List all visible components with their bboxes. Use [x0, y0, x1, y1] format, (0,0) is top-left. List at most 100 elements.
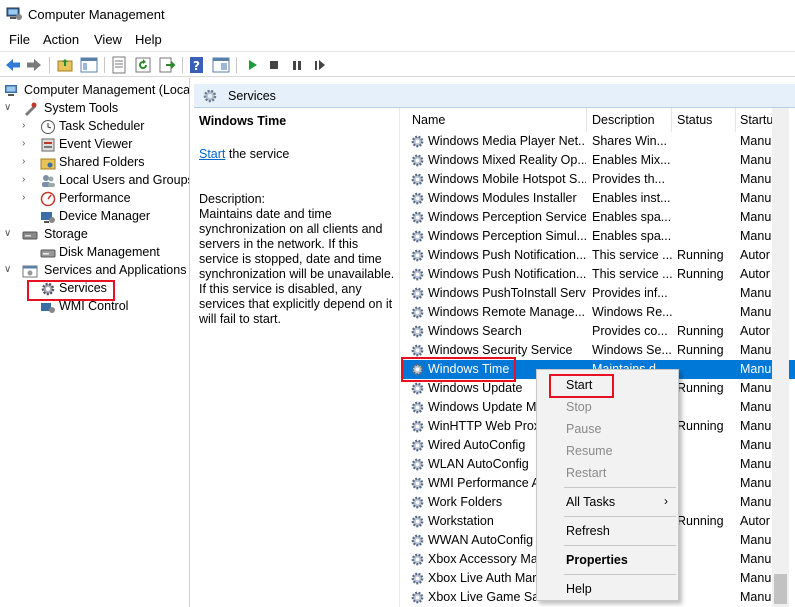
services-pane-title: Services [228, 89, 276, 103]
chevron-down-icon[interactable]: ∨ [4, 264, 16, 276]
help-icon[interactable]: ? [188, 56, 206, 74]
service-name: Windows Push Notification... [428, 248, 586, 262]
chevron-right-icon[interactable]: › [22, 192, 34, 204]
tree-label-performance: Performance [59, 191, 131, 205]
tree-label-services-apps: Services and Applications [44, 263, 187, 277]
back-icon[interactable] [4, 56, 22, 74]
table-row[interactable]: Windows Push Notification... This service… [403, 246, 795, 265]
chevron-down-icon[interactable]: ∨ [4, 102, 16, 114]
column-header-name-label: Name [412, 113, 446, 127]
menu-action[interactable]: Action [43, 32, 79, 47]
tree-item-event-viewer[interactable]: › Event Viewer [22, 136, 189, 154]
menu-separator [564, 574, 676, 575]
tree-item-local-users[interactable]: › Local Users and Groups [22, 172, 189, 190]
table-row[interactable]: Windows PushToInstall Serv... Provides in… [403, 284, 795, 303]
service-detail-pane: Windows Time Start the service Descripti… [194, 108, 400, 607]
tree-item-device-manager[interactable]: Device Manager [22, 208, 189, 226]
service-description: This service ... [592, 267, 672, 281]
chevron-down-icon[interactable]: ∨ [4, 228, 16, 240]
table-row[interactable]: Windows Remote Manage... Windows Re... Man… [403, 303, 795, 322]
toolbar: ? [0, 51, 795, 77]
service-name: Windows Perception Simul... [428, 229, 586, 243]
table-row[interactable]: Windows Perception Service Enables spa...… [403, 208, 795, 227]
start-service-line: Start the service [199, 147, 289, 161]
play-icon[interactable] [243, 56, 261, 74]
tree-item-system-tools[interactable]: ∨ System Tools [4, 100, 189, 118]
shared-folder-icon [40, 155, 56, 171]
show-hide-tree-icon[interactable] [80, 56, 98, 74]
clock-icon [40, 119, 56, 135]
tree-label-device-manager: Device Manager [59, 209, 151, 223]
column-header-name[interactable]: ⌃ Name [403, 108, 587, 132]
svg-text:?: ? [193, 59, 200, 73]
refresh-icon[interactable] [134, 56, 152, 74]
chevron-right-icon[interactable]: › [22, 174, 34, 186]
chevron-right-icon[interactable]: › [22, 120, 34, 132]
tree-item-shared-folders[interactable]: › Shared Folders [22, 154, 189, 172]
menu-separator [564, 487, 676, 488]
stop-icon[interactable] [265, 56, 283, 74]
tree-label-shared-folders: Shared Folders [59, 155, 145, 169]
chevron-right-icon[interactable]: › [22, 156, 34, 168]
table-row[interactable]: Windows Push Notification... This service… [403, 265, 795, 284]
menu-file[interactable]: File [9, 32, 30, 47]
tree-item-task-scheduler[interactable]: › Task Scheduler [22, 118, 189, 136]
gear-icon [410, 514, 425, 529]
services-apps-icon [22, 263, 38, 279]
chevron-right-icon[interactable]: › [22, 138, 34, 150]
column-header-status[interactable]: Status [672, 108, 736, 132]
gear-icon [410, 191, 425, 206]
users-icon [40, 173, 56, 189]
service-description: Enables spa... [592, 229, 672, 243]
menu-item-properties[interactable]: Properties [566, 553, 628, 567]
scrollbar-thumb[interactable] [774, 574, 787, 604]
gear-icon [410, 419, 425, 434]
table-row[interactable]: Windows Mobile Hotspot S... Provides th..… [403, 170, 795, 189]
menu-separator [564, 545, 676, 546]
tree-item-storage[interactable]: ∨ Storage [4, 226, 189, 244]
tree-item-performance[interactable]: › Performance [22, 190, 189, 208]
gear-icon [410, 248, 425, 263]
vertical-scrollbar[interactable] [772, 108, 789, 607]
device-manager-icon [40, 209, 56, 225]
column-header-startup-label: Startu [740, 113, 774, 127]
highlight-box-start [549, 374, 614, 398]
menu-item-refresh[interactable]: Refresh [566, 524, 610, 538]
column-header-description[interactable]: Description [587, 108, 672, 132]
forward-icon[interactable] [25, 56, 43, 74]
gear-icon [410, 172, 425, 187]
table-row[interactable]: Windows Media Player Net... Shares Win...… [403, 132, 795, 151]
service-description: Enables inst... [592, 191, 671, 205]
service-name: Windows Modules Installer [428, 191, 577, 205]
table-row[interactable]: Windows Search Provides co... Running Autor [403, 322, 795, 341]
gear-icon [410, 286, 425, 301]
pause-icon[interactable] [288, 56, 306, 74]
menu-item-all-tasks[interactable]: All Tasks [566, 495, 615, 509]
menu-help[interactable]: Help [135, 32, 162, 47]
services-pane-header: Services [194, 84, 795, 108]
tree-item-services-apps[interactable]: ∨ Services and Applications [4, 262, 189, 280]
restart-icon[interactable] [311, 56, 329, 74]
properties-icon[interactable] [110, 56, 128, 74]
start-service-suffix: the service [225, 147, 290, 161]
export-icon[interactable] [158, 56, 176, 74]
table-row[interactable]: Windows Mixed Reality Op... Enables Mix..… [403, 151, 795, 170]
table-row[interactable]: Windows Modules Installer Enables inst...… [403, 189, 795, 208]
view-icon[interactable] [212, 56, 230, 74]
gear-icon [410, 590, 425, 605]
service-status: Running [677, 267, 724, 281]
tree-item-disk-management[interactable]: Disk Management [22, 244, 189, 262]
menu-view[interactable]: View [94, 32, 122, 47]
tree-label-storage: Storage [44, 227, 88, 241]
wmi-icon [40, 299, 56, 315]
table-row[interactable]: Windows Perception Simul... Enables spa..… [403, 227, 795, 246]
start-service-link[interactable]: Start [199, 147, 225, 161]
gear-icon [410, 324, 425, 339]
service-name: Windows PushToInstall Serv... [428, 286, 586, 300]
description-label: Description: [199, 192, 265, 206]
up-folder-icon[interactable] [56, 56, 74, 74]
tree-item-root[interactable]: Computer Management (Local [4, 82, 189, 100]
gear-icon [410, 343, 425, 358]
gear-icon [410, 400, 425, 415]
menu-item-help[interactable]: Help [566, 582, 592, 596]
